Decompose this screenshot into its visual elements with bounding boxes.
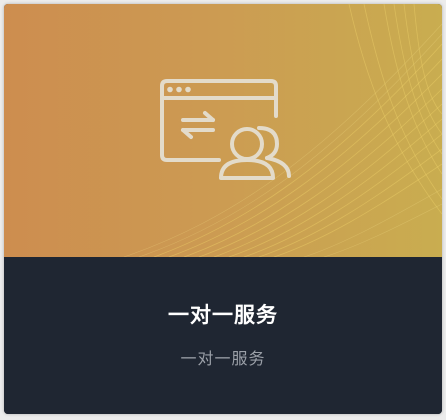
card-banner [4, 4, 442, 257]
card-title: 一对一服务 [168, 303, 278, 327]
card-subtitle: 一对一服务 [180, 349, 266, 368]
service-card[interactable]: 一对一服务 一对一服务 [4, 4, 442, 414]
card-info: 一对一服务 一对一服务 [4, 257, 442, 414]
browser-with-users-icon [160, 79, 291, 180]
